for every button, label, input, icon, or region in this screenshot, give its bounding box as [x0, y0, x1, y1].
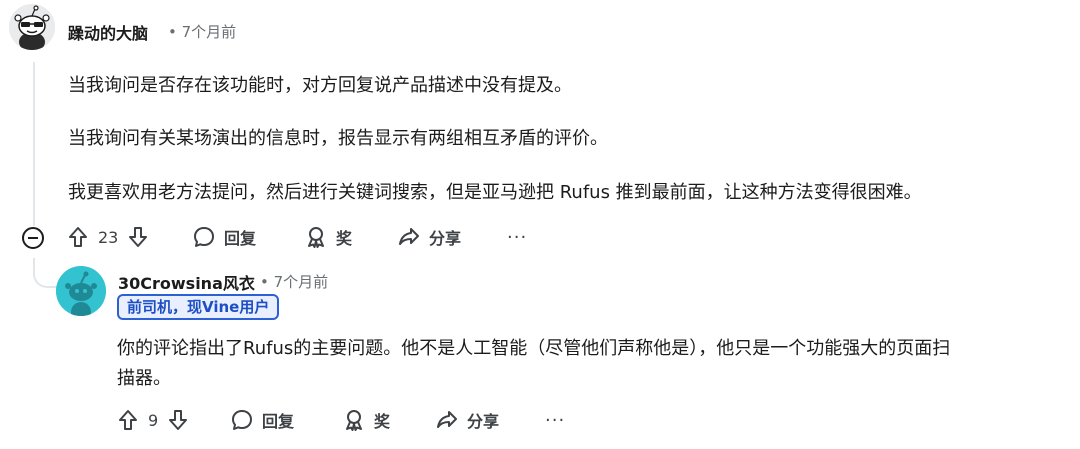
vote-group: 23	[66, 225, 150, 249]
award-button[interactable]: 奖	[342, 408, 390, 432]
vote-count: 9	[148, 410, 159, 430]
comment-paragraph: 你的评论指出了Rufus的主要问题。他不是人工智能（尽管他们声称他是），他只是一…	[117, 338, 951, 359]
comment-paragraph: 当我询问有关某场演出的信息时，报告显示有两组相互矛盾的评价。	[68, 128, 608, 149]
timestamp[interactable]: • 7个月前	[168, 21, 236, 42]
award-icon	[346, 410, 362, 431]
share-label: 分享	[429, 229, 462, 248]
comment-paragraph: 我更喜欢用老方法提问，然后进行关键词搜索，但是亚马逊把 Rufus 推到最前面，…	[68, 182, 922, 203]
reply-label: 回复	[262, 412, 295, 431]
share-button[interactable]: 分享	[397, 225, 461, 249]
upvote-icon[interactable]	[66, 225, 90, 249]
award-label: 奖	[374, 412, 391, 431]
comment-paragraph: 描器。	[117, 368, 171, 389]
comment-icon	[194, 227, 214, 247]
more-options-icon[interactable]: ···	[545, 410, 565, 431]
comment-icon	[232, 410, 252, 430]
upvote-icon[interactable]	[116, 408, 140, 432]
downvote-icon[interactable]	[166, 408, 190, 432]
reply-button[interactable]: 回复	[230, 408, 294, 432]
collapse-icon[interactable]	[22, 227, 44, 249]
share-icon	[399, 228, 419, 245]
more-options-icon[interactable]: ···	[507, 227, 527, 248]
share-icon	[437, 411, 457, 428]
avatar-snoo-icon	[9, 4, 55, 50]
award-label: 奖	[336, 229, 353, 248]
reply-label: 回复	[224, 229, 257, 248]
award-button[interactable]: 奖	[304, 225, 352, 249]
thread-line-branch	[33, 258, 57, 288]
user-flair-badge: 前司机，现Vine用户	[117, 294, 280, 320]
downvote-icon[interactable]	[126, 225, 150, 249]
share-label: 分享	[467, 412, 500, 431]
thread-line	[33, 62, 35, 226]
award-icon	[308, 227, 324, 248]
avatar-snoo-icon	[56, 266, 106, 316]
avatar[interactable]	[9, 4, 55, 50]
username[interactable]: 30Crowsina风衣	[118, 270, 255, 294]
username[interactable]: 躁动的大脑	[68, 20, 148, 44]
share-button[interactable]: 分享	[435, 408, 499, 432]
avatar[interactable]	[56, 266, 106, 316]
vote-count: 23	[98, 227, 119, 247]
timestamp[interactable]: • 7个月前	[260, 271, 328, 292]
reply-button[interactable]: 回复	[192, 225, 256, 249]
comment-paragraph: 当我询问是否存在该功能时，对方回复说产品描述中没有提及。	[68, 75, 572, 96]
vote-group: 9	[116, 408, 190, 432]
